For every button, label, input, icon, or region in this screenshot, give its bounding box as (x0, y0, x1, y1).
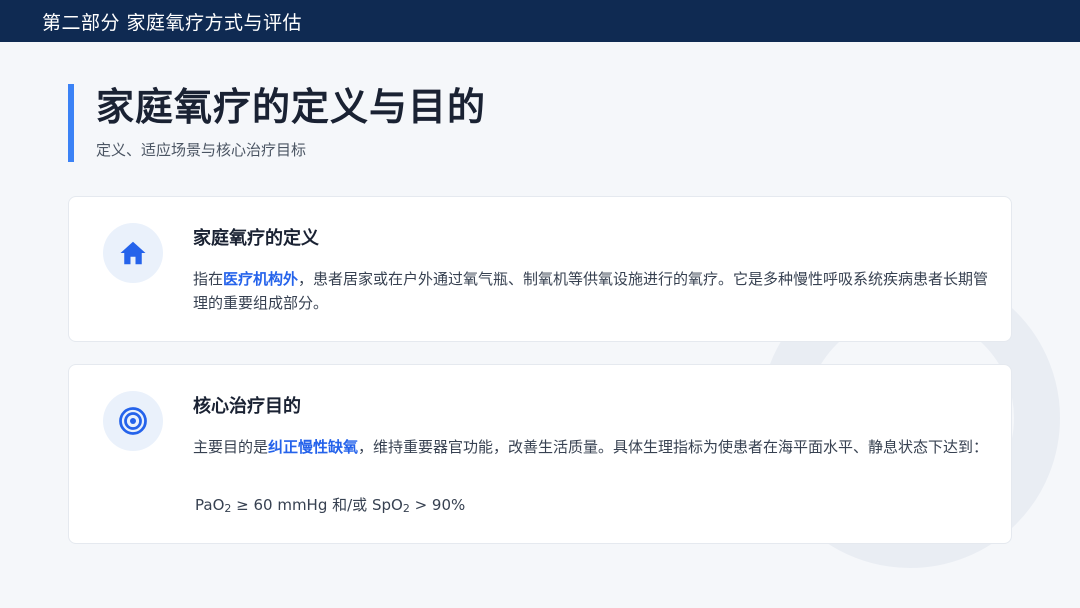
definition-card-title: 家庭氧疗的定义 (193, 228, 319, 249)
slide-title: 家庭氧疗的定义与目的 (96, 85, 487, 129)
target-icon (103, 391, 163, 451)
title-block: 家庭氧疗的定义与目的 定义、适应场景与核心治疗目标 (68, 84, 486, 162)
definition-highlight: 医疗机构外 (223, 270, 299, 288)
goal-card-text: 主要目的是纠正慢性缺氧，维持重要器官功能，改善生活质量。具体生理指标为使患者在海… (193, 438, 989, 456)
definition-card: 家庭氧疗的定义 指在医疗机构外，患者居家或在户外通过氧气瓶、制氧机等供氧设施进行… (68, 196, 1012, 342)
section-header-bar: 第二部分 家庭氧疗方式与评估 (0, 0, 1080, 42)
slide-subtitle: 定义、适应场景与核心治疗目标 (96, 141, 307, 159)
target-formula: PaO2 ≥ 60 mmHg 和/或 SpO2 > 90% (195, 496, 466, 515)
definition-card-text: 指在医疗机构外，患者居家或在户外通过氧气瓶、制氧机等供氧设施进行的氧疗。它是多种… (193, 270, 989, 312)
goal-highlight: 纠正慢性缺氧 (268, 438, 359, 456)
home-icon (103, 223, 163, 283)
goal-card-title: 核心治疗目的 (193, 396, 301, 417)
goal-card: 核心治疗目的 主要目的是纠正慢性缺氧，维持重要器官功能，改善生活质量。具体生理指… (68, 364, 1012, 544)
section-label: 第二部分 家庭氧疗方式与评估 (42, 11, 303, 34)
